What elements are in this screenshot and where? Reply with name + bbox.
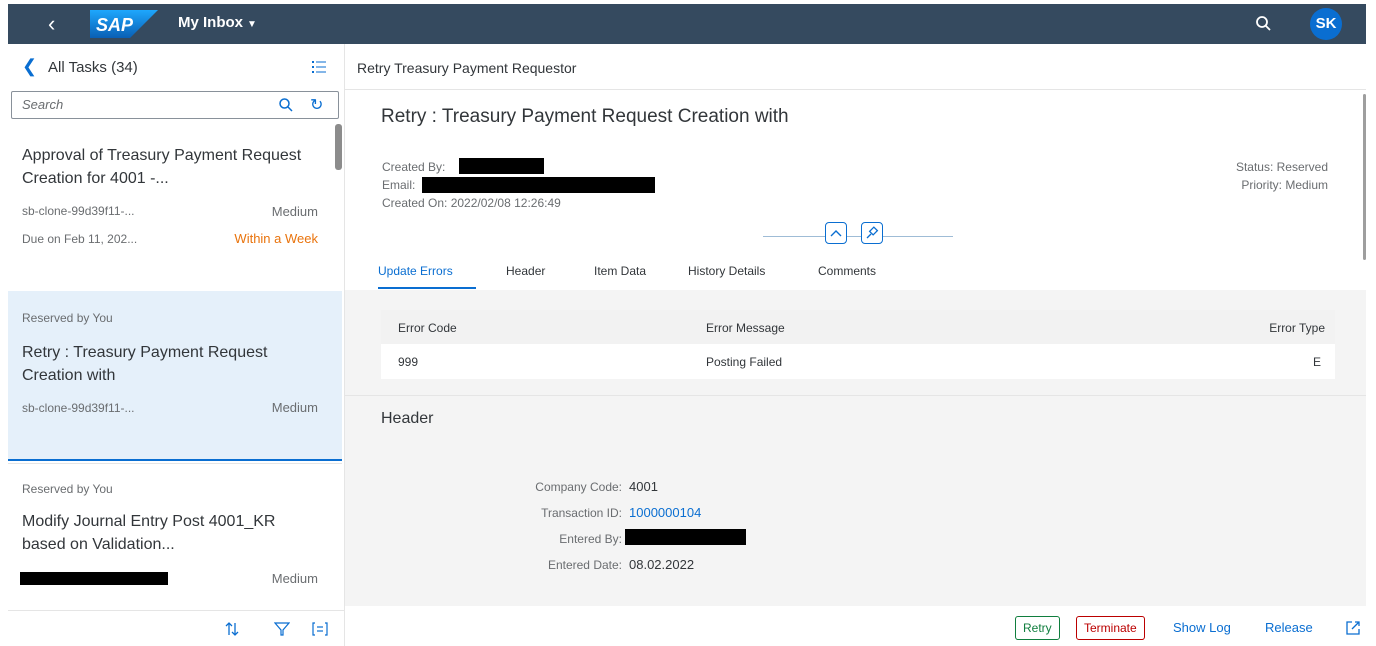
back-icon[interactable]: ‹ xyxy=(48,11,55,37)
redacted-created-by xyxy=(459,158,544,174)
caret-down-icon: ▼ xyxy=(247,19,257,30)
task-priority: Medium xyxy=(271,400,318,415)
terminate-button[interactable]: Terminate xyxy=(1076,616,1145,640)
task-due-date: Due on Feb 11, 202... xyxy=(22,232,138,246)
created-on-text: Created On: 2022/02/08 12:26:49 xyxy=(382,196,561,210)
task-title: Approval of Treasury Payment Request Cre… xyxy=(22,147,302,187)
group-icon[interactable] xyxy=(312,621,328,637)
list-item[interactable]: Approval of Treasury Payment Request Cre… xyxy=(8,124,342,289)
created-by-label: Created By: xyxy=(382,160,446,174)
detail-top-bar: Retry Treasury Payment Requestor xyxy=(345,44,1366,90)
show-log-button[interactable]: Show Log xyxy=(1173,620,1231,635)
transaction-id-link[interactable]: 1000000104 xyxy=(629,505,701,520)
filter-icon[interactable] xyxy=(274,621,290,637)
tab-update-errors[interactable]: Update Errors xyxy=(378,264,453,278)
user-avatar[interactable]: SK xyxy=(1310,8,1342,40)
search-icon[interactable] xyxy=(278,97,294,113)
release-button[interactable]: Release xyxy=(1265,620,1313,635)
task-title: Modify Journal Entry Post 4001_KR based … xyxy=(22,513,276,553)
error-message-cell: Posting Failed xyxy=(706,355,783,369)
status-text: Status: Reserved xyxy=(1235,160,1328,174)
header-section-title: Header xyxy=(381,410,434,427)
tab-comments[interactable]: Comments xyxy=(818,264,876,278)
task-priority: Medium xyxy=(271,571,318,586)
object-title: Retry : Treasury Payment Request Creatio… xyxy=(381,106,789,127)
detail-scrollbar[interactable] xyxy=(1363,94,1366,260)
detail-page-title: Retry Treasury Payment Requestor xyxy=(357,60,577,76)
task-origin: sb-clone-99d39f11-... xyxy=(22,204,135,218)
sort-icon[interactable] xyxy=(224,621,240,637)
company-code-label: Company Code: xyxy=(535,480,622,494)
refresh-icon[interactable]: ↻ xyxy=(310,95,323,115)
pin-icon xyxy=(866,226,879,239)
task-list-header: ❮ All Tasks (34) xyxy=(8,44,345,90)
section-divider xyxy=(345,395,1366,396)
list-item-selected[interactable]: Reserved by You Retry : Treasury Payment… xyxy=(8,291,342,461)
redacted-origin xyxy=(20,572,168,585)
tab-item-data[interactable]: Item Data xyxy=(594,264,646,278)
shell-bar: ‹ SAP My Inbox ▼ SK xyxy=(8,4,1366,44)
reserved-label: Reserved by You xyxy=(22,311,113,325)
collapse-header-button[interactable] xyxy=(825,222,847,244)
column-header-error-code: Error Code xyxy=(398,321,457,335)
detail-panel: Retry : Treasury Payment Request Creatio… xyxy=(345,90,1366,606)
pin-header-button[interactable] xyxy=(861,222,883,244)
tab-header[interactable]: Header xyxy=(506,264,545,278)
error-code-cell: 999 xyxy=(398,355,419,369)
redacted-email xyxy=(422,177,655,193)
table-header-row: Error Code Error Message Error Type xyxy=(381,310,1335,344)
tab-history-details[interactable]: History Details xyxy=(688,264,765,278)
error-type-cell: E xyxy=(1312,355,1321,369)
search-field[interactable]: ↻ xyxy=(11,91,339,119)
list-footer-toolbar xyxy=(8,610,345,646)
entered-by-label: Entered By: xyxy=(559,532,622,546)
redacted-entered-by xyxy=(625,529,746,545)
app-title-menu[interactable]: My Inbox ▼ xyxy=(178,14,257,31)
list-item[interactable]: Reserved by You Modify Journal Entry Pos… xyxy=(8,463,342,608)
entered-date-value: 08.02.2022 xyxy=(629,557,695,572)
chevron-up-icon xyxy=(830,230,842,237)
all-tasks-title[interactable]: All Tasks (34) xyxy=(48,59,138,76)
task-title: Retry : Treasury Payment Request Creatio… xyxy=(22,344,268,384)
back-arrow-icon[interactable]: ❮ xyxy=(22,56,37,77)
active-tab-indicator xyxy=(378,287,476,289)
header-divider xyxy=(763,236,953,237)
sap-logo[interactable]: SAP xyxy=(90,10,158,38)
share-icon[interactable] xyxy=(1345,620,1361,636)
column-header-error-message: Error Message xyxy=(706,321,785,335)
task-due-status: Within a Week xyxy=(234,231,318,246)
task-origin: sb-clone-99d39f11-... xyxy=(22,401,135,415)
reserved-label: Reserved by You xyxy=(22,482,113,496)
search-input[interactable] xyxy=(22,97,262,112)
object-header: Retry : Treasury Payment Request Creatio… xyxy=(345,90,1366,290)
retry-button[interactable]: Retry xyxy=(1015,616,1060,640)
task-priority: Medium xyxy=(271,204,318,219)
email-label: Email: xyxy=(382,178,416,192)
search-icon[interactable] xyxy=(1254,14,1274,34)
column-header-error-type: Error Type xyxy=(1269,321,1325,335)
transaction-id-label: Transaction ID: xyxy=(541,506,622,520)
svg-text:SAP: SAP xyxy=(96,15,134,35)
group-list-icon[interactable] xyxy=(312,60,326,74)
detail-footer-toolbar: Retry Terminate Show Log Release xyxy=(345,606,1366,646)
task-list-panel: ❮ All Tasks (34) ↻ Approval of Treasury … xyxy=(8,44,345,646)
company-code-value: 4001 xyxy=(629,479,658,494)
table-row[interactable]: 999 Posting Failed E xyxy=(381,344,1335,379)
entered-date-label: Entered Date: xyxy=(547,558,622,572)
priority-text: Priority: Medium xyxy=(1241,178,1328,192)
